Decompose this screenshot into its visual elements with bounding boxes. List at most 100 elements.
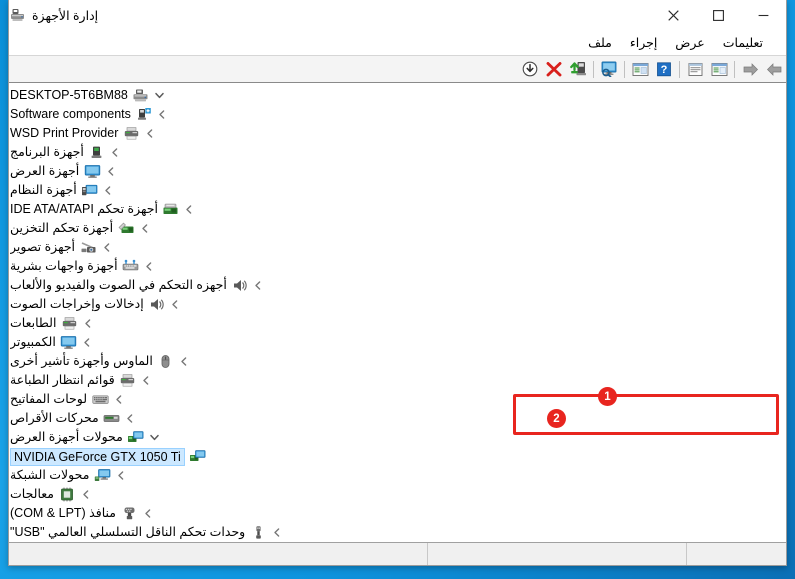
minimize-button[interactable] — [741, 0, 786, 30]
chevron-left-icon[interactable] — [269, 525, 284, 541]
chevron-left-icon[interactable] — [137, 221, 152, 237]
chevron-left-icon[interactable] — [103, 164, 118, 180]
system-device-icon — [81, 183, 99, 199]
tree-row-ide-controllers[interactable]: أجهزة تحكم IDE ATA/ATAPI — [10, 200, 197, 219]
computer-root-icon — [132, 88, 150, 104]
menu-file[interactable]: ملف — [579, 32, 621, 53]
chevron-down-icon[interactable] — [152, 88, 167, 104]
status-cell-2 — [427, 543, 686, 565]
mouse-icon — [157, 354, 175, 370]
scan-monitor-icon — [601, 61, 616, 77]
tree-label: أجهزة البرنامج — [10, 145, 84, 159]
tree-row-network-adapters[interactable]: محولات الشبكة — [10, 466, 128, 485]
help-button[interactable]: ? — [652, 58, 676, 81]
tree-row-audio-inputs-outputs[interactable]: إدخالات وإخراجات الصوت — [10, 295, 183, 314]
toolbar-separator — [624, 60, 625, 78]
menu-help[interactable]: تعليمات — [714, 32, 772, 53]
download-button[interactable] — [518, 58, 542, 81]
chevron-left-icon[interactable] — [140, 506, 155, 522]
chevron-left-icon[interactable] — [155, 107, 170, 123]
tree-label: الماوس وأجهزة تأشير أخرى — [10, 354, 153, 368]
chevron-left-icon[interactable] — [182, 202, 197, 218]
tree-row-system-devices[interactable]: أجهزة النظام — [10, 181, 116, 200]
maximize-button[interactable] — [696, 0, 741, 30]
chevron-down-icon[interactable] — [147, 430, 162, 446]
tree-row-root[interactable]: DESKTOP-5T6BM88 — [10, 86, 171, 105]
tree-row-hid-devices[interactable]: أجهزة واجهات بشرية — [10, 257, 157, 276]
chevron-left-icon[interactable] — [123, 411, 138, 427]
software-device-icon — [88, 145, 106, 161]
tree-row-disk-drives[interactable]: محركات الأقراص — [10, 409, 138, 428]
tree-row-display-adapters[interactable]: محولات أجهزة العرض — [10, 428, 162, 447]
usb-icon — [249, 525, 267, 541]
tree-row-software-components[interactable]: Software components — [10, 105, 170, 124]
tree-row-computer[interactable]: الكمبيوتر — [10, 333, 95, 352]
speaker-icon — [148, 297, 166, 313]
chevron-left-icon[interactable] — [80, 316, 95, 332]
device-manager-icon — [9, 7, 26, 23]
show-hidden-devices-button[interactable] — [707, 58, 731, 81]
chevron-left-icon[interactable] — [111, 392, 126, 408]
chevron-left-icon[interactable] — [139, 373, 154, 389]
scan-hardware-button[interactable] — [597, 58, 621, 81]
menu-view[interactable]: عرض — [666, 32, 713, 53]
tree-row-ports[interactable]: منافذ (COM & LPT) — [10, 504, 155, 523]
tree-label: أجهزة تصوير — [10, 240, 76, 254]
monitor-icon — [60, 335, 78, 351]
tree-row-nvidia-geforce-gtx-1050-ti[interactable]: NVIDIA GeForce GTX 1050 Ti — [10, 447, 209, 466]
toolbar: ? — [9, 56, 786, 83]
forward-button[interactable] — [738, 58, 762, 81]
printer-icon — [119, 373, 137, 389]
help-question-icon: ? — [657, 61, 671, 76]
toolbar-separator — [593, 60, 594, 78]
tree-row-printers[interactable]: الطابعات — [10, 314, 95, 333]
chevron-left-icon[interactable] — [142, 259, 157, 275]
display-adapter-icon — [127, 430, 145, 446]
chevron-left-icon[interactable] — [99, 240, 114, 256]
tree-row-processors[interactable]: معالجات — [10, 485, 93, 504]
tree-row-usb-controllers[interactable]: وحدات تحكم الناقل التسلسلي العالمي "USB" — [10, 523, 284, 541]
enable-device-button[interactable] — [566, 58, 590, 81]
chevron-left-icon[interactable] — [142, 126, 157, 142]
chevron-left-icon[interactable] — [80, 335, 95, 351]
enable-device-icon — [569, 62, 586, 76]
tree-row-sound-video-game-controllers[interactable]: أجهزه التحكم في الصوت والفيديو والألعاب — [10, 276, 266, 295]
speaker-icon — [231, 278, 249, 294]
chevron-left-icon[interactable] — [78, 487, 93, 503]
chevron-left-icon[interactable] — [168, 297, 183, 313]
properties-button[interactable] — [683, 58, 707, 81]
device-manager-window: إدارة الأجهزة تعليمات عرض إجراء ملف ? DE… — [8, 0, 787, 566]
uninstall-device-button[interactable] — [542, 58, 566, 81]
tree-row-software-devices[interactable]: أجهزة البرنامج — [10, 143, 123, 162]
tree-label: أجهزة واجهات بشرية — [10, 259, 118, 273]
menu-bar: تعليمات عرض إجراء ملف — [9, 30, 786, 56]
tree-label: أجهزة تحكم IDE ATA/ATAPI — [10, 202, 158, 216]
chevron-left-icon[interactable] — [101, 183, 116, 199]
tree-label: محركات الأقراص — [10, 411, 99, 425]
chevron-left-icon[interactable] — [113, 468, 128, 484]
tree-row-print-queues[interactable]: قوائم انتظار الطباعة — [10, 371, 154, 390]
tree-label: الكمبيوتر — [10, 335, 56, 349]
printer-icon — [60, 316, 78, 332]
update-driver-button[interactable] — [628, 58, 652, 81]
tree-label: WSD Print Provider — [10, 126, 119, 140]
chevron-left-icon[interactable] — [251, 278, 266, 294]
device-tree-panel[interactable]: DESKTOP-5T6BM88 Software components WSD … — [9, 83, 786, 542]
tree-label: قوائم انتظار الطباعة — [10, 373, 115, 387]
tree-label: أجهزة العرض — [10, 164, 80, 178]
tree-row-keyboards[interactable]: لوحات المفاتيح — [10, 390, 126, 409]
tree-row-storage-controllers[interactable]: أجهزة تحكم التخزين — [10, 219, 152, 238]
tree-row-imaging-devices[interactable]: أجهزة تصوير — [10, 238, 114, 257]
tree-row-wsd-print-provider[interactable]: WSD Print Provider — [10, 124, 157, 143]
back-button[interactable] — [762, 58, 786, 81]
chevron-left-icon[interactable] — [108, 145, 123, 161]
chevron-left-icon[interactable] — [177, 354, 192, 370]
tree-label: Software components — [10, 107, 131, 121]
software-component-icon — [135, 107, 153, 123]
menu-action[interactable]: إجراء — [621, 32, 666, 53]
close-button[interactable] — [651, 0, 696, 30]
camera-icon — [79, 240, 97, 256]
tree-row-display-devices[interactable]: أجهزة العرض — [10, 162, 118, 181]
tree-label: منافذ (COM & LPT) — [10, 506, 116, 520]
tree-row-mice-pointing-devices[interactable]: الماوس وأجهزة تأشير أخرى — [10, 352, 192, 371]
